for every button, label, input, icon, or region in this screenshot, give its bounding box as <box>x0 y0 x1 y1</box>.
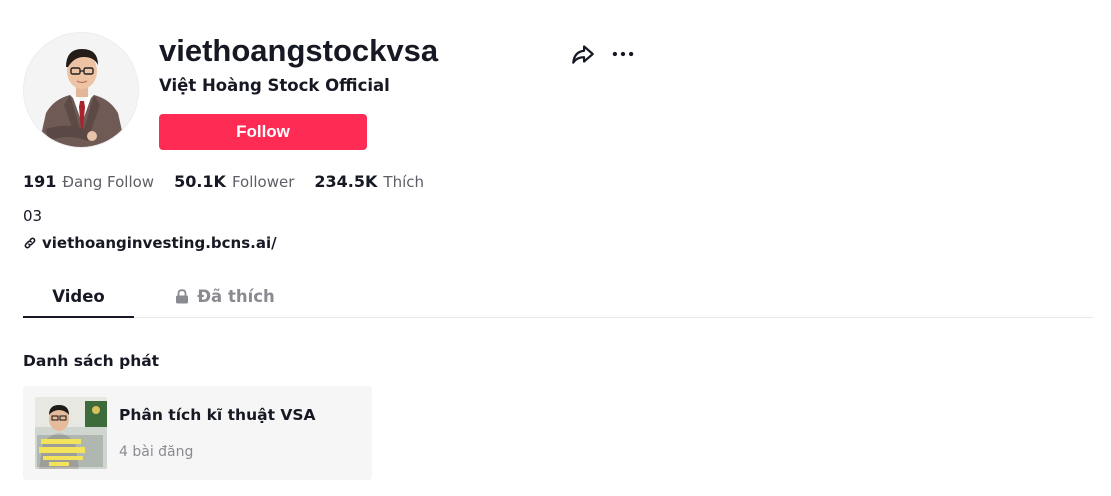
stat-following[interactable]: 191 Đang Follow <box>23 172 154 191</box>
profile-tabs: Video Đã thích <box>23 275 1093 318</box>
tab-label: Video <box>52 286 105 306</box>
playlist-card[interactable]: Phân tích kĩ thuật VSA 4 bài đăng <box>23 386 372 480</box>
stat-value: 191 <box>23 172 57 191</box>
tab-video[interactable]: Video <box>23 275 134 318</box>
stat-value: 234.5K <box>314 172 378 191</box>
playlist-count: 4 bài đăng <box>119 444 194 460</box>
username: viethoangstockvsa <box>159 33 439 68</box>
follow-button[interactable]: Follow <box>159 114 367 150</box>
stat-label: Đang Follow <box>62 173 155 191</box>
bio: 03 <box>23 207 43 225</box>
lock-icon <box>175 288 189 304</box>
link-icon <box>23 236 37 250</box>
profile-stats: 191 Đang Follow 50.1K Follower 234.5K Th… <box>23 172 444 196</box>
more-icon <box>612 51 634 57</box>
playlist-heading: Danh sách phát <box>23 352 160 370</box>
stat-followers[interactable]: 50.1K Follower <box>174 172 294 191</box>
playlist-thumbnail <box>35 397 107 469</box>
share-button[interactable] <box>569 40 597 68</box>
stat-label: Thích <box>383 173 425 191</box>
tab-label: Đã thích <box>197 286 275 306</box>
playlist-title: Phân tích kĩ thuật VSA <box>119 406 316 424</box>
profile-link-text: viethoanginvesting.bcns.ai/ <box>42 234 277 252</box>
profile-link[interactable]: viethoanginvesting.bcns.ai/ <box>23 233 277 253</box>
nickname: Việt Hoàng Stock Official <box>159 76 390 95</box>
avatar[interactable] <box>23 32 139 148</box>
tab-liked[interactable]: Đã thích <box>165 275 285 317</box>
stat-likes: 234.5K Thích <box>314 172 424 191</box>
avatar-image <box>24 33 138 147</box>
share-icon <box>572 45 594 64</box>
stat-label: Follower <box>231 173 295 191</box>
more-button[interactable] <box>609 40 637 68</box>
stat-value: 50.1K <box>174 172 226 191</box>
